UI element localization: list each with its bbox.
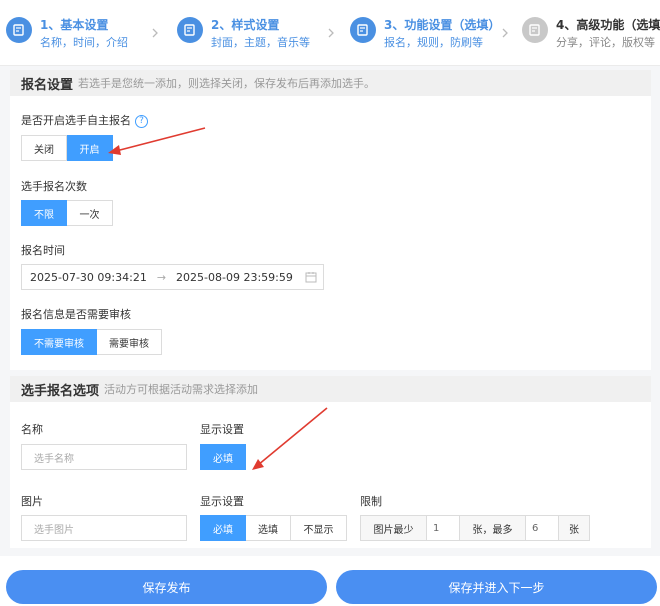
save-publish-button[interactable]: 保存发布: [6, 570, 327, 604]
self-register-off-button[interactable]: 关闭: [21, 135, 67, 161]
self-register-on-button[interactable]: 开启: [67, 135, 113, 161]
need-review-button[interactable]: 需要审核: [97, 329, 162, 355]
step-title: 2、样式设置: [211, 18, 280, 32]
section-header: 报名设置 若选手是您统一添加，则选择关闭，保存发布后再添加选手。: [10, 70, 651, 96]
chevron-right-icon: [502, 28, 508, 38]
image-hidden-button[interactable]: 不显示: [291, 515, 347, 541]
self-register-label: 是否开启选手自主报名?: [21, 112, 148, 128]
edit-icon: [522, 17, 548, 43]
registration-section: 报名设置 若选手是您统一添加，则选择关闭，保存发布后再添加选手。 是否开启选手自…: [10, 70, 651, 370]
section-desc: 若选手是您统一添加，则选择关闭，保存发布后再添加选手。: [78, 77, 376, 90]
edit-icon: [6, 17, 32, 43]
section-desc: 活动方可根据活动需求选择添加: [104, 383, 259, 396]
help-icon[interactable]: ?: [135, 114, 148, 128]
step-subtitle: 封面，主题，音乐等: [211, 36, 310, 49]
image-required-button[interactable]: 必填: [200, 515, 246, 541]
register-time-label: 报名时间: [21, 244, 65, 257]
limit-min-input[interactable]: 1: [427, 515, 460, 541]
register-count-label: 选手报名次数: [21, 180, 87, 193]
start-date: 2025-07-30 09:34:21: [30, 270, 147, 284]
options-section: 选手报名选项 活动方可根据活动需求选择添加 名称 选手名称 显示设置 必填 图片…: [10, 376, 651, 548]
name-display-label: 显示设置: [200, 423, 244, 436]
section-header: 选手报名选项 活动方可根据活动需求选择添加: [10, 376, 651, 402]
section-title: 选手报名选项: [21, 383, 100, 399]
chevron-right-icon: [328, 28, 334, 38]
image-label: 图片: [21, 495, 43, 508]
step-subtitle: 分享，评论，版权等: [556, 36, 655, 49]
name-input[interactable]: 选手名称: [21, 444, 187, 470]
step-subtitle: 报名，规则，防刷等: [384, 36, 483, 49]
save-next-button[interactable]: 保存并进入下一步: [336, 570, 657, 604]
edit-icon: [350, 17, 376, 43]
image-display-label: 显示设置: [200, 495, 244, 508]
date-range-picker[interactable]: 2025-07-30 09:34:21 → 2025-08-09 23:59:5…: [21, 264, 324, 290]
section-title: 报名设置: [21, 77, 74, 93]
review-label: 报名信息是否需要审核: [21, 308, 131, 321]
edit-icon: [177, 17, 203, 43]
image-limit: 图片最少 1 张，最多 6 张: [360, 515, 590, 541]
limit-label: 限制: [360, 495, 382, 508]
self-register-toggle: 关闭 开启: [21, 135, 113, 161]
step-title: 3、功能设置（选填）: [384, 18, 501, 32]
register-count-toggle: 不限 一次: [21, 200, 113, 226]
review-toggle: 不需要审核 需要审核: [21, 329, 162, 355]
limit-min-label: 图片最少: [360, 515, 427, 541]
no-review-button[interactable]: 不需要审核: [21, 329, 97, 355]
name-required-button[interactable]: 必填: [200, 444, 246, 470]
count-unlimited-button[interactable]: 不限: [21, 200, 67, 226]
name-display-toggle: 必填: [200, 444, 246, 470]
image-optional-button[interactable]: 选填: [246, 515, 291, 541]
range-arrow: →: [156, 270, 167, 284]
steps-bar: 1、基本设置 名称，时间，介绍 2、样式设置 封面，主题，音乐等 3、功能设置（…: [0, 0, 660, 66]
limit-max-input[interactable]: 6: [526, 515, 559, 541]
calendar-icon: [305, 272, 317, 283]
count-once-button[interactable]: 一次: [67, 200, 113, 226]
self-register-label-text: 是否开启选手自主报名: [21, 114, 131, 127]
chevron-right-icon: [152, 28, 158, 38]
step-subtitle: 名称，时间，介绍: [40, 36, 128, 49]
image-input[interactable]: 选手图片: [21, 515, 187, 541]
image-display-toggle: 必填 选填 不显示: [200, 515, 347, 541]
step-title: 1、基本设置: [40, 18, 109, 32]
footer-bar: 保存发布 保存并进入下一步: [0, 556, 660, 606]
limit-unit-label: 张: [559, 515, 590, 541]
limit-max-label: 张，最多: [460, 515, 526, 541]
step-title: 4、高级功能（选填）: [556, 18, 660, 32]
name-label: 名称: [21, 423, 43, 436]
end-date: 2025-08-09 23:59:59: [176, 270, 293, 284]
